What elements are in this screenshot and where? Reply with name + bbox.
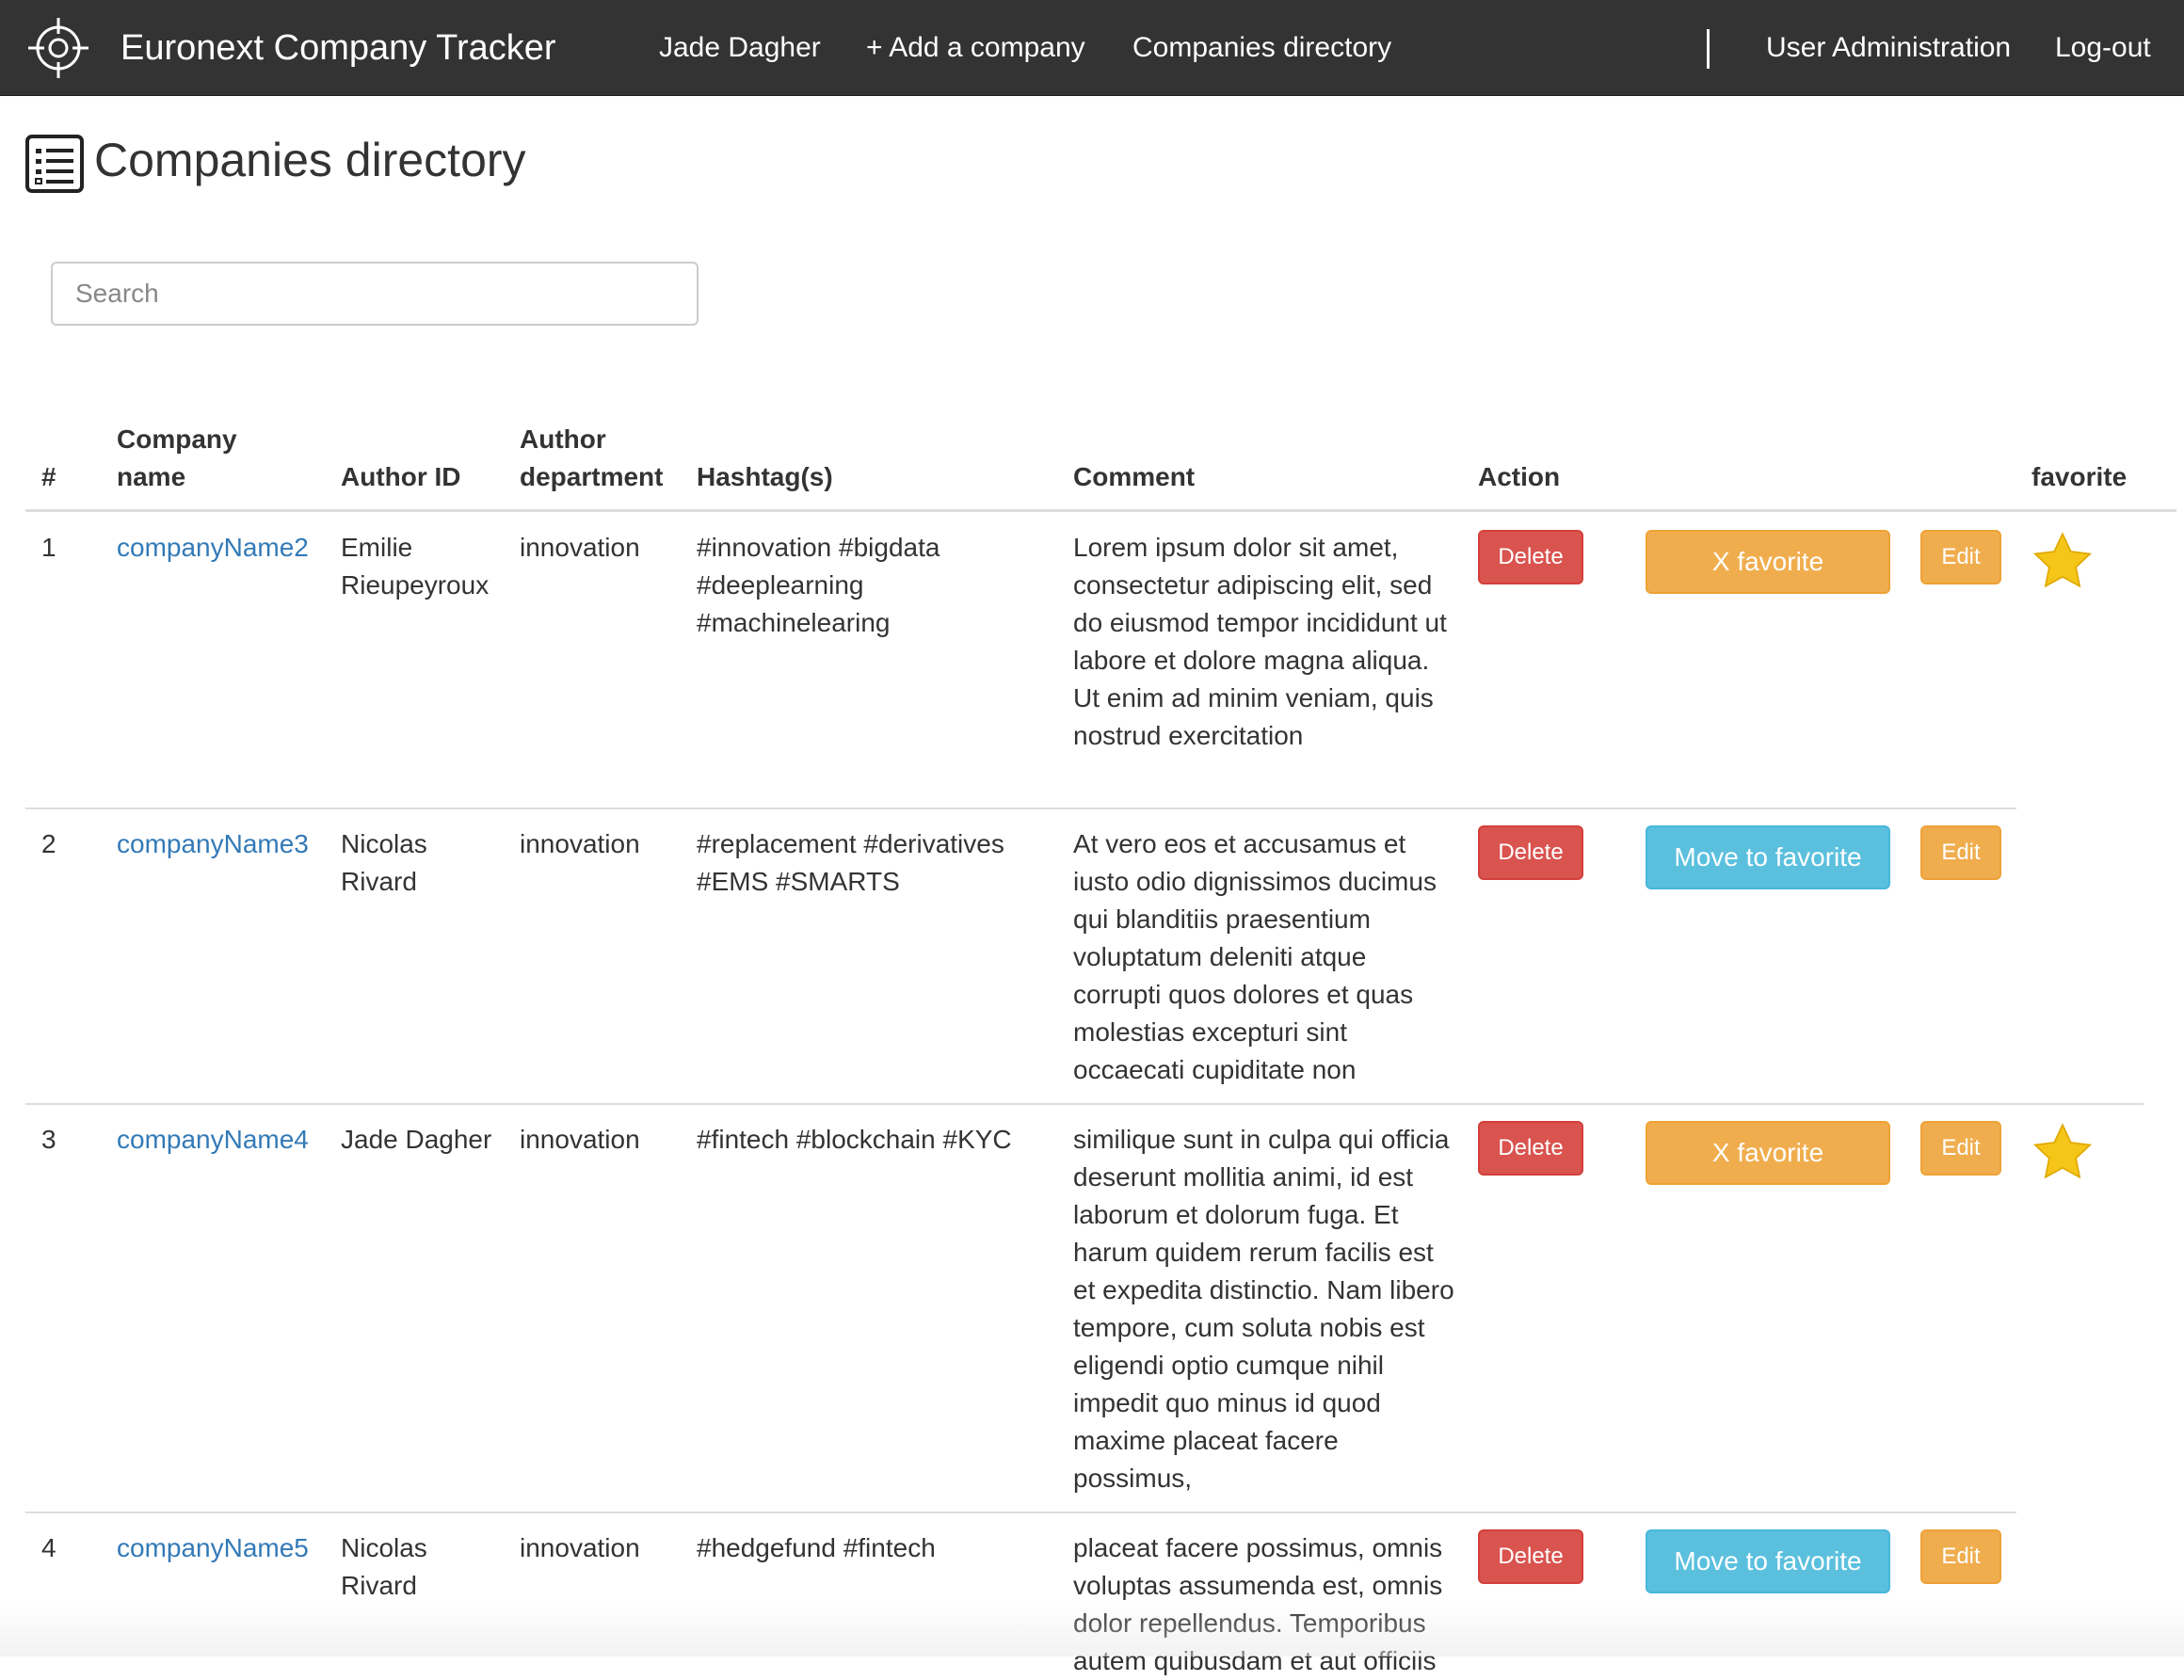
hashtags: #fintech #blockchain #KYC xyxy=(697,1125,1012,1154)
edit-button[interactable]: Edit xyxy=(1920,1121,2001,1176)
nav-divider xyxy=(1707,29,1710,69)
col-header-favorite: favorite xyxy=(2031,462,2128,491)
edit-button[interactable]: Edit xyxy=(1920,530,2001,584)
row-number: 2 xyxy=(41,829,56,858)
delete-button[interactable]: Delete xyxy=(1478,1529,1583,1584)
delete-button[interactable]: Delete xyxy=(1478,530,1583,584)
nav-logout[interactable]: Log-out xyxy=(2055,27,2151,69)
row-divider xyxy=(25,808,2016,809)
author-id: Nicolas Rivard xyxy=(341,829,427,896)
col-header-action: Action xyxy=(1478,462,1561,491)
col-header-company-line2: name xyxy=(117,462,186,491)
list-icon xyxy=(25,135,84,193)
nav-companies-directory[interactable]: Companies directory xyxy=(1132,27,1391,69)
author-department: innovation xyxy=(520,1533,640,1562)
col-header-hashtags: Hashtag(s) xyxy=(697,462,833,491)
col-header-number: # xyxy=(41,462,56,491)
row-divider xyxy=(25,1103,2144,1105)
nav-add-company[interactable]: + Add a company xyxy=(866,27,1085,69)
brand-title[interactable]: Euronext Company Tracker xyxy=(120,25,556,71)
company-name-link[interactable]: companyName4 xyxy=(117,1121,309,1159)
nav-user-administration[interactable]: User Administration xyxy=(1766,27,2011,69)
page-title: Companies directory xyxy=(94,134,526,186)
author-id: Nicolas Rivard xyxy=(341,1533,427,1600)
nav-user[interactable]: Jade Dagher xyxy=(659,27,821,69)
company-name-link[interactable]: companyName5 xyxy=(117,1529,309,1567)
row-divider xyxy=(25,1512,2016,1513)
search-input[interactable] xyxy=(51,262,699,326)
navbar: Euronext Company Tracker Jade Dagher + A… xyxy=(0,0,2184,96)
move-to-favorite-button[interactable]: Move to favorite xyxy=(1646,1529,1890,1593)
hashtags: #innovation #bigdata #deeplearning #mach… xyxy=(697,533,940,637)
col-header-author-id: Author ID xyxy=(341,462,461,491)
author-department: innovation xyxy=(520,829,640,858)
comment: At vero eos et accusamus et iusto odio d… xyxy=(1073,829,1437,1084)
comment: Lorem ipsum dolor sit amet, consectetur … xyxy=(1073,533,1447,750)
author-id: Jade Dagher xyxy=(341,1125,492,1154)
delete-button[interactable]: Delete xyxy=(1478,1121,1583,1176)
hashtags: #replacement #derivatives #EMS #SMARTS xyxy=(697,829,1004,896)
remove-favorite-button[interactable]: X favorite xyxy=(1646,530,1890,594)
col-header-department-line1: Author xyxy=(520,424,606,454)
author-department: innovation xyxy=(520,533,640,562)
star-icon xyxy=(2032,1123,2093,1179)
remove-favorite-button[interactable]: X favorite xyxy=(1646,1121,1890,1185)
author-department: innovation xyxy=(520,1125,640,1154)
table-header-divider xyxy=(25,509,2176,512)
col-header-comment: Comment xyxy=(1073,462,1196,491)
crosshair-icon[interactable] xyxy=(25,15,91,81)
company-name-link[interactable]: companyName2 xyxy=(117,529,309,567)
star-icon xyxy=(2032,532,2093,588)
comment: placeat facere possimus, omnis voluptas … xyxy=(1073,1533,1443,1675)
move-to-favorite-button[interactable]: Move to favorite xyxy=(1646,825,1890,889)
edit-button[interactable]: Edit xyxy=(1920,1529,2001,1584)
author-id: Emilie Rieupeyroux xyxy=(341,533,490,600)
row-number: 4 xyxy=(41,1533,56,1562)
row-number: 3 xyxy=(41,1125,56,1154)
delete-button[interactable]: Delete xyxy=(1478,825,1583,880)
company-name-link[interactable]: companyName3 xyxy=(117,825,309,863)
hashtags: #hedgefund #fintech xyxy=(697,1533,936,1562)
col-header-department-line2: department xyxy=(520,462,664,491)
col-header-company-line1: Company xyxy=(117,424,237,454)
comment: similique sunt in culpa qui officia dese… xyxy=(1073,1125,1454,1493)
edit-button[interactable]: Edit xyxy=(1920,825,2001,880)
row-number: 1 xyxy=(41,533,56,562)
